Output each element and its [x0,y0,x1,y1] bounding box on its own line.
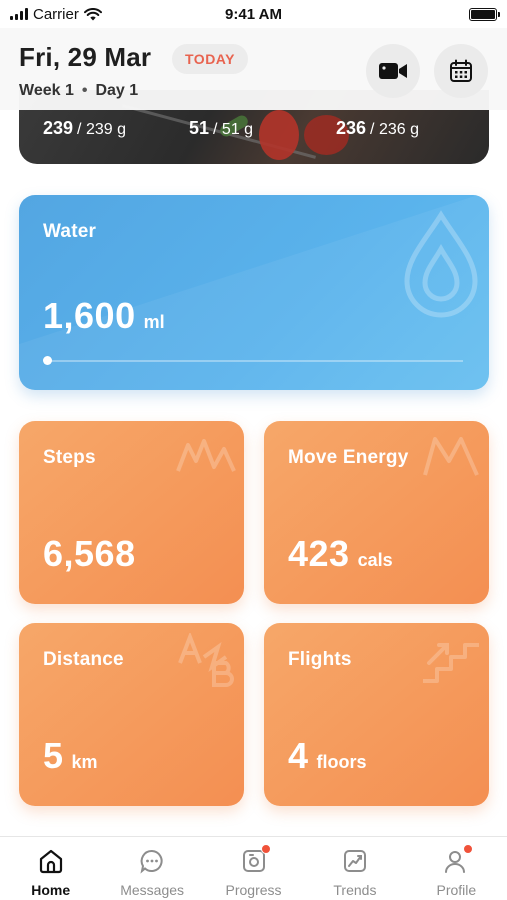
notification-dot [463,844,474,854]
notification-dot [260,844,271,854]
macro-value: 51 [189,118,210,138]
water-value-row: 1,600 ml [43,295,165,337]
carrier-label: Carrier [33,5,79,23]
flights-card[interactable]: Flights 4 floors [264,623,489,806]
water-slider-knob[interactable] [43,356,52,365]
tab-home[interactable]: Home [0,837,101,900]
tab-trends[interactable]: Trends [304,837,405,900]
distance-title: Distance [43,649,124,670]
move-energy-card[interactable]: Move Energy 423 cals [264,421,489,604]
water-card[interactable]: Water 1,600 ml [19,195,489,390]
flights-value-row: 4 floors [288,735,367,777]
tab-messages[interactable]: Messages [101,837,202,900]
water-unit: ml [143,312,165,332]
bottom-tab-bar: Home Messages Progress Trends Profile [0,836,507,900]
page-title: Fri, 29 Mar [19,42,152,72]
flights-value: 4 [288,735,309,776]
move-energy-title: Move Energy [288,447,409,468]
trend-chart-icon [343,850,366,872]
status-bar: Carrier 9:41 AM [0,0,507,28]
flights-title: Flights [288,649,352,670]
water-drop-icon [404,210,478,318]
energy-icon [423,437,479,476]
calendar-button[interactable] [434,44,488,98]
tab-progress[interactable]: Progress [203,837,304,900]
calendar-icon [450,59,472,82]
separator-dot: • [81,82,88,99]
carrier-group: Carrier [10,6,102,23]
macro-value: 239 [43,118,74,138]
distance-unit: km [71,752,98,772]
flights-unit: floors [316,752,367,772]
home-icon [39,849,62,874]
date-header: Fri, 29 Mar TODAY Week 1 • Day 1 [0,28,507,110]
today-badge[interactable]: TODAY [172,44,248,74]
tab-label: Profile [436,882,477,898]
wifi-icon [83,7,102,20]
stairs-icon [423,643,479,683]
move-energy-unit: cals [357,550,393,570]
move-energy-value-row: 423 cals [288,533,393,575]
steps-value-row: 6,568 [43,533,144,575]
steps-icon [176,439,236,472]
macro-carbs: 239 / 239 g [43,118,126,139]
chat-icon [140,849,163,874]
video-call-button[interactable] [366,44,420,98]
a-to-b-icon [178,633,234,687]
water-value: 1,600 [43,295,136,336]
water-slider-track[interactable] [45,360,463,362]
distance-value-row: 5 km [43,735,98,777]
macro-total: / 239 g [77,121,126,138]
steps-title: Steps [43,447,96,468]
battery-icon [469,7,500,21]
day-label: Day 1 [95,82,139,99]
move-energy-value: 423 [288,533,350,574]
tab-profile[interactable]: Profile [406,837,507,900]
macro-total: / 51 g [213,121,254,138]
macro-protein: 236 / 236 g [336,118,419,139]
tab-label: Progress [225,882,282,898]
video-camera-icon [379,63,407,79]
tab-label: Messages [120,882,185,898]
signal-icon [10,8,28,20]
steps-value: 6,568 [43,533,136,574]
distance-card[interactable]: Distance 5 km [19,623,244,806]
steps-card[interactable]: Steps 6,568 [19,421,244,604]
tab-label: Home [31,882,71,898]
macro-fat: 51 / 51 g [189,118,253,139]
week-day-line: Week 1 • Day 1 [19,82,138,100]
macro-total: / 236 g [370,121,419,138]
macro-value: 236 [336,118,367,138]
distance-value: 5 [43,735,64,776]
week-label: Week 1 [19,82,74,99]
status-time: 9:41 AM [225,5,282,23]
water-title: Water [43,221,97,242]
tab-label: Trends [333,882,377,898]
